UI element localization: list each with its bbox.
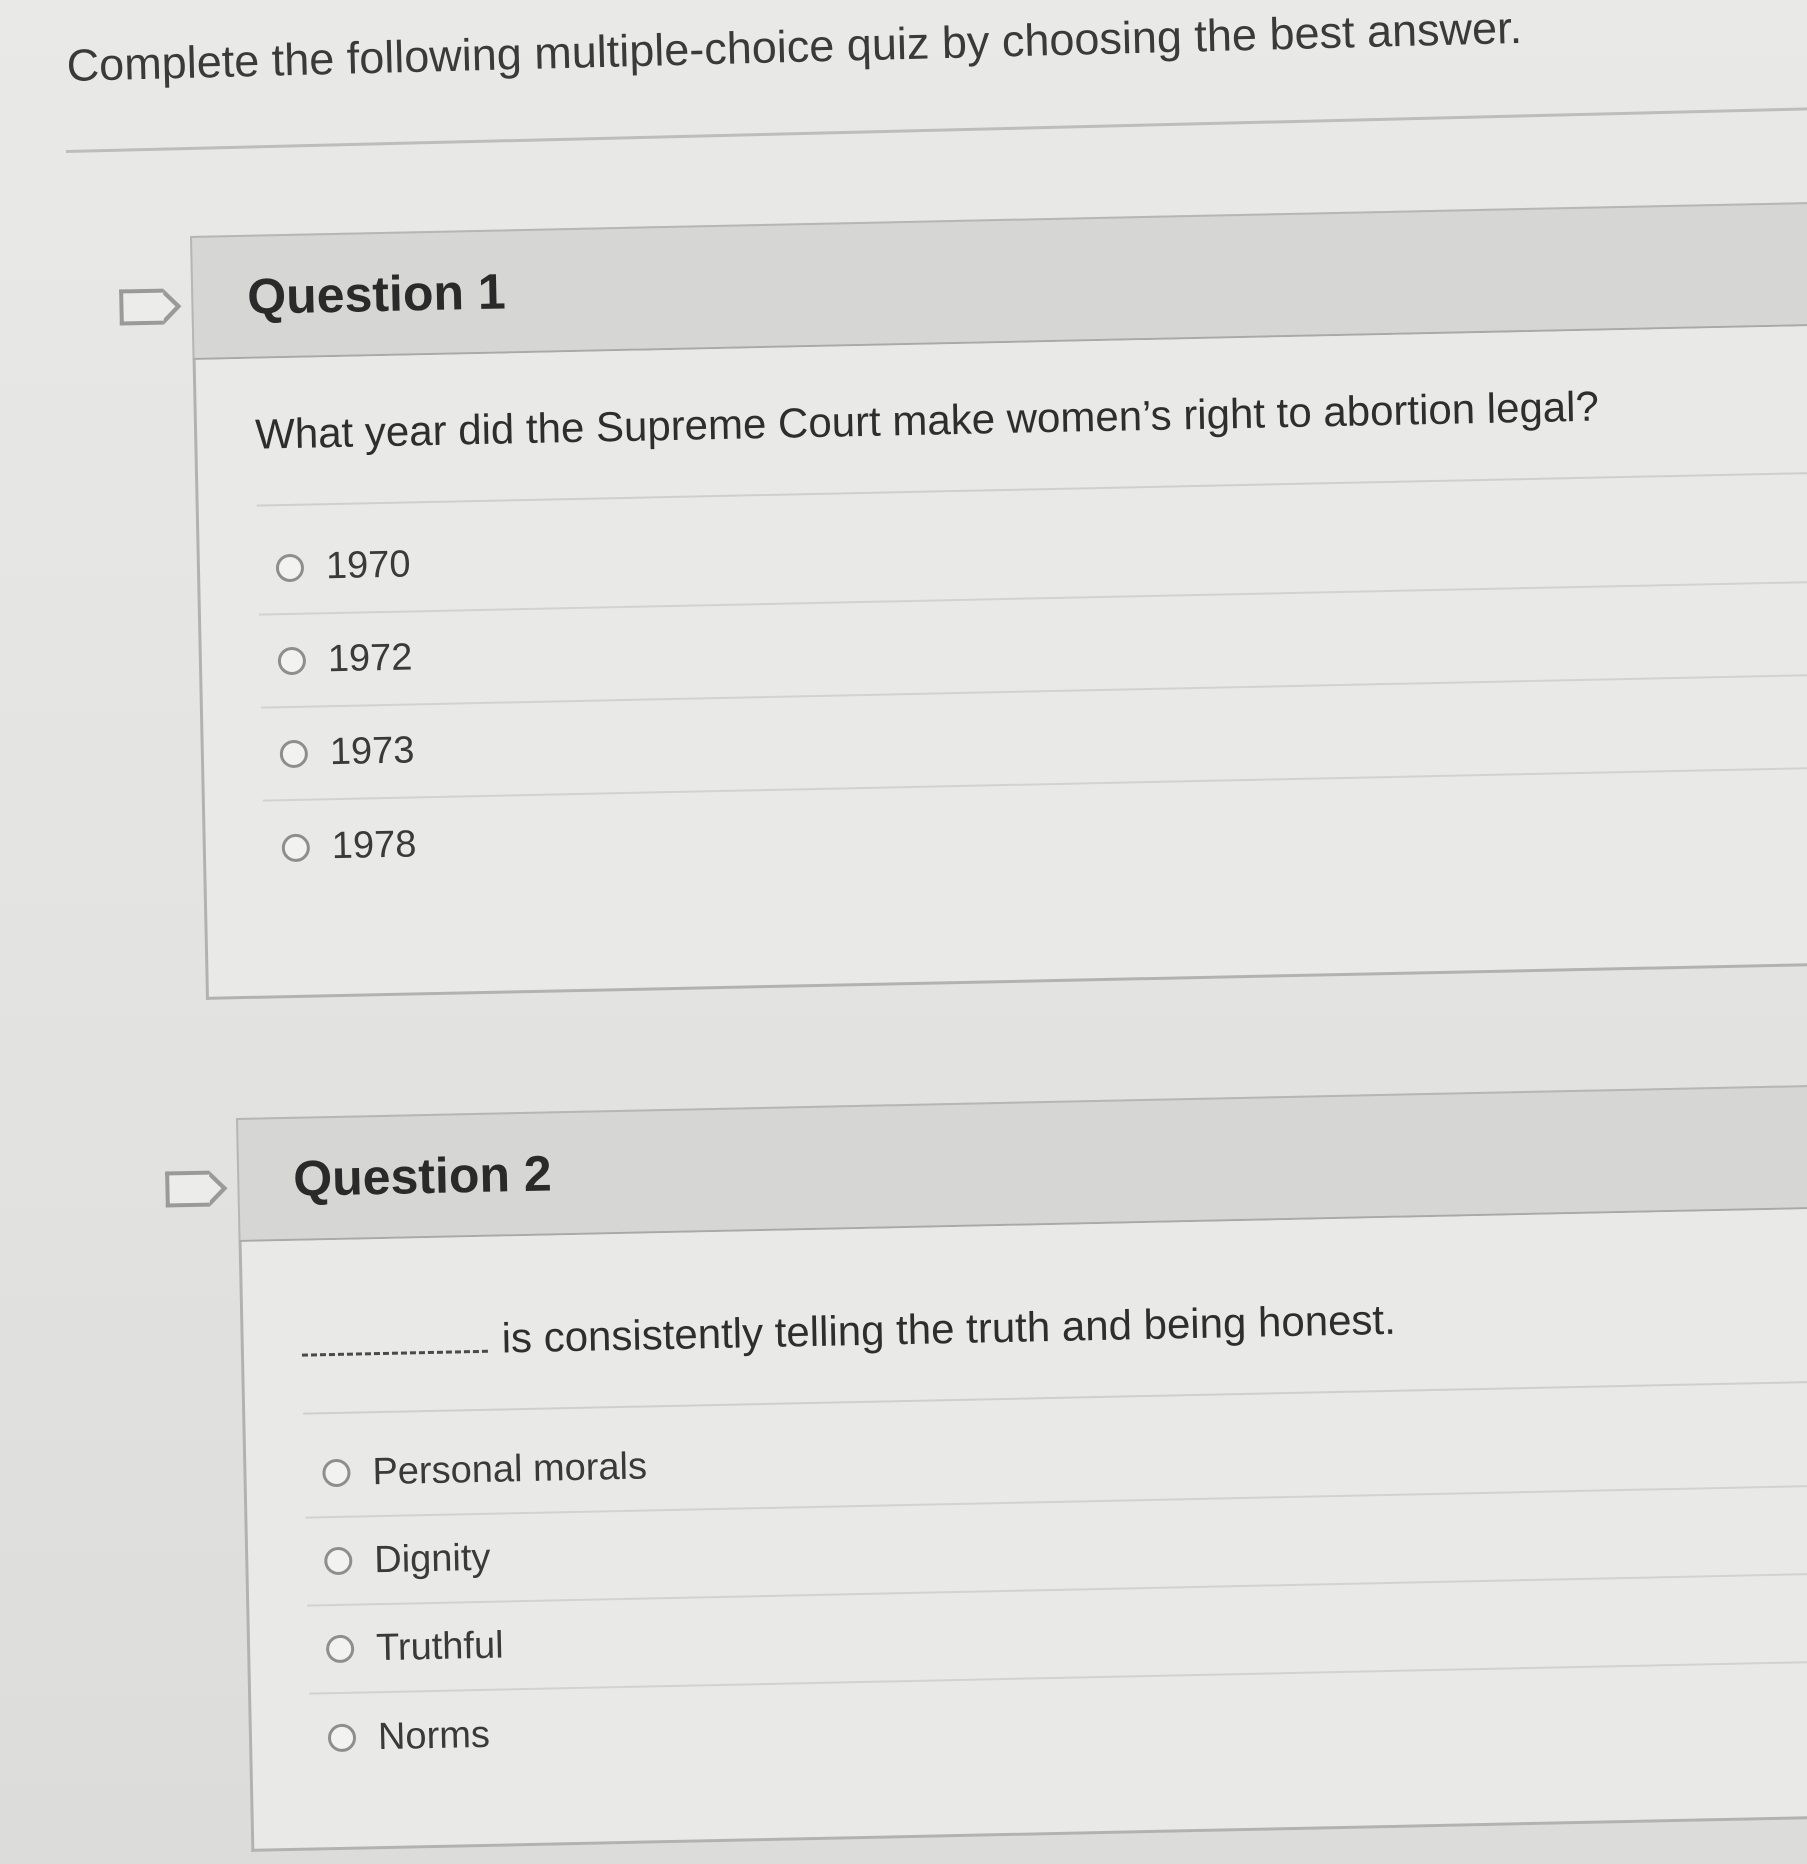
question-2: Question 2 is consistently telling the t… [165,1083,1807,1852]
radio-button-icon[interactable] [322,1458,351,1488]
question-title: Question 1 [246,263,507,325]
radio-button-icon[interactable] [325,1634,355,1664]
answer-label: Norms [377,1713,491,1758]
question-text: What year did the Supreme Court make wom… [254,377,1807,507]
answer-label: 1973 [329,729,415,774]
answer-label: Truthful [375,1624,504,1669]
fill-in-blank [301,1349,488,1357]
radio-button-icon[interactable] [327,1723,357,1753]
answer-label: 1978 [331,823,417,868]
answer-options: Personal morals Dignity Truthful Norms [303,1397,1807,1783]
flag-icon[interactable] [119,288,164,326]
radio-button-icon[interactable] [277,646,307,675]
question-1: Question 1 What year did the Supreme Cou… [119,201,1807,1000]
answer-label: 1970 [325,543,411,588]
quiz-page: Complete the following multiple-choice q… [0,0,1807,1864]
answer-options: 1970 1972 1973 1978 [257,489,1807,895]
answer-label: Dignity [373,1536,491,1581]
question-text: is consistently telling the truth and be… [301,1285,1807,1415]
quiz-instructions: Complete the following multiple-choice q… [66,1,1523,91]
question-text-after-blank: is consistently telling the truth and be… [501,1295,1397,1362]
radio-button-icon[interactable] [324,1546,353,1576]
divider [66,106,1807,153]
question-body: What year did the Supreme Court make wom… [192,325,1807,1000]
question-body: is consistently telling the truth and be… [238,1207,1807,1852]
question-title: Question 2 [292,1145,553,1207]
radio-button-icon[interactable] [279,739,309,768]
radio-button-icon[interactable] [275,553,305,582]
answer-label: Personal morals [371,1444,648,1493]
radio-button-icon[interactable] [281,833,311,862]
flag-icon[interactable] [165,1170,210,1208]
answer-label: 1972 [327,636,413,681]
